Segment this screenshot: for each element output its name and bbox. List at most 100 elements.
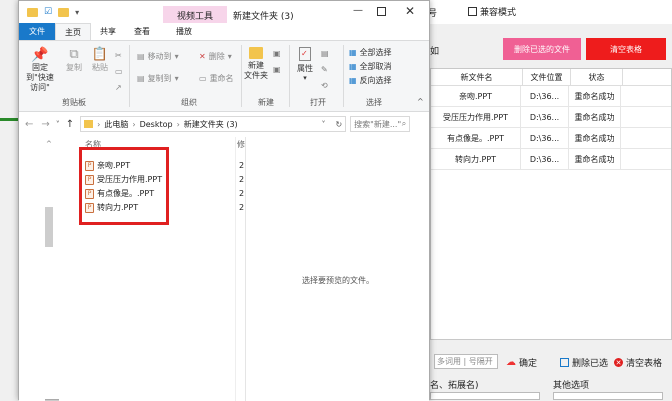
paste-shortcut-button[interactable]: ↗: [115, 83, 122, 92]
preview-pane: 选择要预览的文件。: [245, 137, 429, 401]
compat-mode-checkbox[interactable]: 兼容模式: [468, 5, 516, 18]
cell-name: 有点像是。.PPT: [431, 128, 521, 148]
back-arrow-icon[interactable]: ←: [25, 119, 33, 130]
open-button[interactable]: ▤: [321, 49, 329, 58]
search-icon: ⌕: [401, 119, 407, 128]
collapse-ribbon-icon[interactable]: ^: [417, 97, 424, 106]
copy-label: 复制: [66, 63, 82, 72]
paste-button[interactable]: 📋 粘贴: [89, 47, 111, 73]
checkbox-box[interactable]: [468, 7, 477, 16]
tab-home[interactable]: 主页: [55, 23, 91, 40]
breadcrumb-desktop[interactable]: Desktop: [140, 120, 173, 129]
breadcrumb-this-pc[interactable]: 此电脑: [104, 119, 128, 130]
cell-location: D:\36...: [521, 86, 569, 106]
clear-table-button[interactable]: 清空表格: [586, 38, 666, 60]
new-folder-icon[interactable]: [58, 7, 70, 17]
copy-to-label: 复制到: [147, 74, 172, 83]
delete-button[interactable]: ✕ 删除 ▾: [199, 51, 232, 62]
cell-status: 重命名成功: [569, 128, 621, 148]
maximize-icon[interactable]: [377, 7, 386, 16]
file-date: 2: [239, 175, 245, 184]
easy-access-button[interactable]: ▣: [273, 65, 281, 74]
tab-file[interactable]: 文件: [19, 23, 55, 40]
section-left-label: 名、拓展名): [430, 381, 479, 391]
group-select: 选择: [366, 98, 382, 107]
delete-selected-files-button[interactable]: 删除已选的文件: [503, 38, 581, 60]
tab-play[interactable]: 播放: [167, 23, 201, 40]
file-list[interactable]: 名称 修 P 亲吻.PPT P 受压压力作用.PPT P 有点像是。.PPT P…: [59, 137, 245, 401]
table-row[interactable]: 亲吻.PPT D:\36... 重命名成功: [431, 86, 671, 107]
address-bar[interactable]: › 此电脑 › Desktop › 新建文件夹 (3) ˅ ↻: [80, 116, 347, 132]
minimize-icon[interactable]: —: [353, 5, 363, 16]
copy-path-button[interactable]: ▭: [115, 67, 123, 76]
paste-icon: 📋: [91, 47, 109, 62]
delete-selected-button[interactable]: 删除已选: [560, 356, 608, 369]
easy-access-icon: ▣: [273, 65, 281, 74]
name-option-field[interactable]: [430, 392, 540, 400]
recent-locations-icon[interactable]: ˅: [56, 120, 60, 129]
new-folder-large-icon: [249, 47, 263, 59]
qat-dropdown-icon[interactable]: ▾: [75, 8, 79, 17]
forward-arrow-icon[interactable]: →: [41, 119, 49, 130]
rename-button[interactable]: ▭ 重命名: [199, 73, 234, 84]
copy-to-button[interactable]: ▤ 复制到 ▾: [137, 73, 179, 84]
column-status[interactable]: 状态: [571, 69, 623, 85]
new-folder-button[interactable]: 新建 文件夹: [243, 47, 269, 81]
chevron-down-icon: ▾: [174, 74, 179, 83]
clear-table-button-2[interactable]: ✕ 清空表格: [614, 356, 662, 369]
cell-status: 重命名成功: [569, 149, 621, 169]
copy-button[interactable]: ⧉ 复制: [63, 47, 85, 73]
history-button[interactable]: ⟲: [321, 81, 328, 90]
close-icon[interactable]: ✕: [405, 4, 415, 18]
invert-selection-button[interactable]: ▦ 反向选择: [349, 75, 392, 86]
table-row[interactable]: 受压压力作用.PPT D:\36... 重命名成功: [431, 107, 671, 128]
compat-mode-label: 兼容模式: [480, 8, 517, 18]
table-row[interactable]: 转向力.PPT D:\36... 重命名成功: [431, 149, 671, 170]
select-none-icon: ▦: [349, 62, 357, 71]
open-icon: ▤: [321, 49, 329, 58]
column-location[interactable]: 文件位置: [523, 69, 571, 85]
other-option-field[interactable]: [553, 392, 663, 400]
group-divider: [289, 45, 290, 107]
column-new-name[interactable]: 新文件名: [431, 69, 523, 85]
edit-button[interactable]: ✎: [321, 65, 328, 74]
tab-share[interactable]: 共享: [91, 23, 125, 40]
breadcrumb-separator-icon: ›: [132, 119, 136, 129]
select-none-button[interactable]: ▦ 全部取消: [349, 61, 392, 72]
properties-button[interactable]: ✓ 属性 ▾: [293, 47, 317, 82]
properties-label: 属性: [297, 64, 313, 73]
scroll-up-icon[interactable]: ^: [46, 140, 52, 148]
other-options-label: 其他选项: [553, 381, 590, 391]
new-item-button[interactable]: ▣: [273, 49, 281, 58]
confirm-icon: ☁: [506, 357, 516, 368]
clear-table-label: 清空表格: [626, 359, 663, 369]
address-dropdown-icon[interactable]: ˅: [321, 120, 325, 129]
move-to-button[interactable]: ▤ 移动到 ▾: [137, 51, 179, 62]
group-divider: [241, 45, 242, 107]
properties-icon: ✓: [299, 47, 311, 61]
chevron-down-icon: ▾: [174, 52, 179, 61]
confirm-button[interactable]: ☁ 确定: [506, 356, 537, 369]
nav-scrollbar-thumb[interactable]: [45, 207, 53, 247]
properties-check-icon[interactable]: ☑: [44, 7, 52, 17]
new-folder-label: 新建 文件夹: [244, 61, 268, 80]
file-explorer-window: ☑ ▾ 视频工具 新建文件夹 (3) — ✕ 文件 主页 共享 查看 播放 📌 …: [18, 0, 430, 401]
cut-button[interactable]: ✂: [115, 51, 122, 60]
navigation-pane[interactable]: ^: [19, 137, 53, 401]
pin-quick-access-button[interactable]: 📌 固定到"快速访问": [23, 47, 57, 93]
select-all-button[interactable]: ▦ 全部选择: [349, 47, 392, 58]
table-row[interactable]: 有点像是。.PPT D:\36... 重命名成功: [431, 128, 671, 149]
search-box[interactable]: 搜索"新建..." ⌕: [350, 116, 411, 132]
cut-icon: ✂: [115, 51, 122, 60]
tab-view[interactable]: 查看: [125, 23, 159, 40]
up-arrow-icon[interactable]: ↑: [66, 119, 74, 130]
file-date: 2: [239, 189, 245, 198]
group-divider: [129, 45, 130, 107]
column-date-header[interactable]: 修: [237, 139, 245, 150]
cell-name: 亲吻.PPT: [431, 86, 521, 106]
keyword-input[interactable]: 多词用 | 号隔开: [434, 354, 498, 369]
breadcrumb-current-folder[interactable]: 新建文件夹 (3): [184, 119, 238, 130]
cell-status: 重命名成功: [569, 107, 621, 127]
table-header: 新文件名 文件位置 状态: [431, 69, 671, 86]
refresh-icon[interactable]: ↻: [335, 120, 342, 129]
